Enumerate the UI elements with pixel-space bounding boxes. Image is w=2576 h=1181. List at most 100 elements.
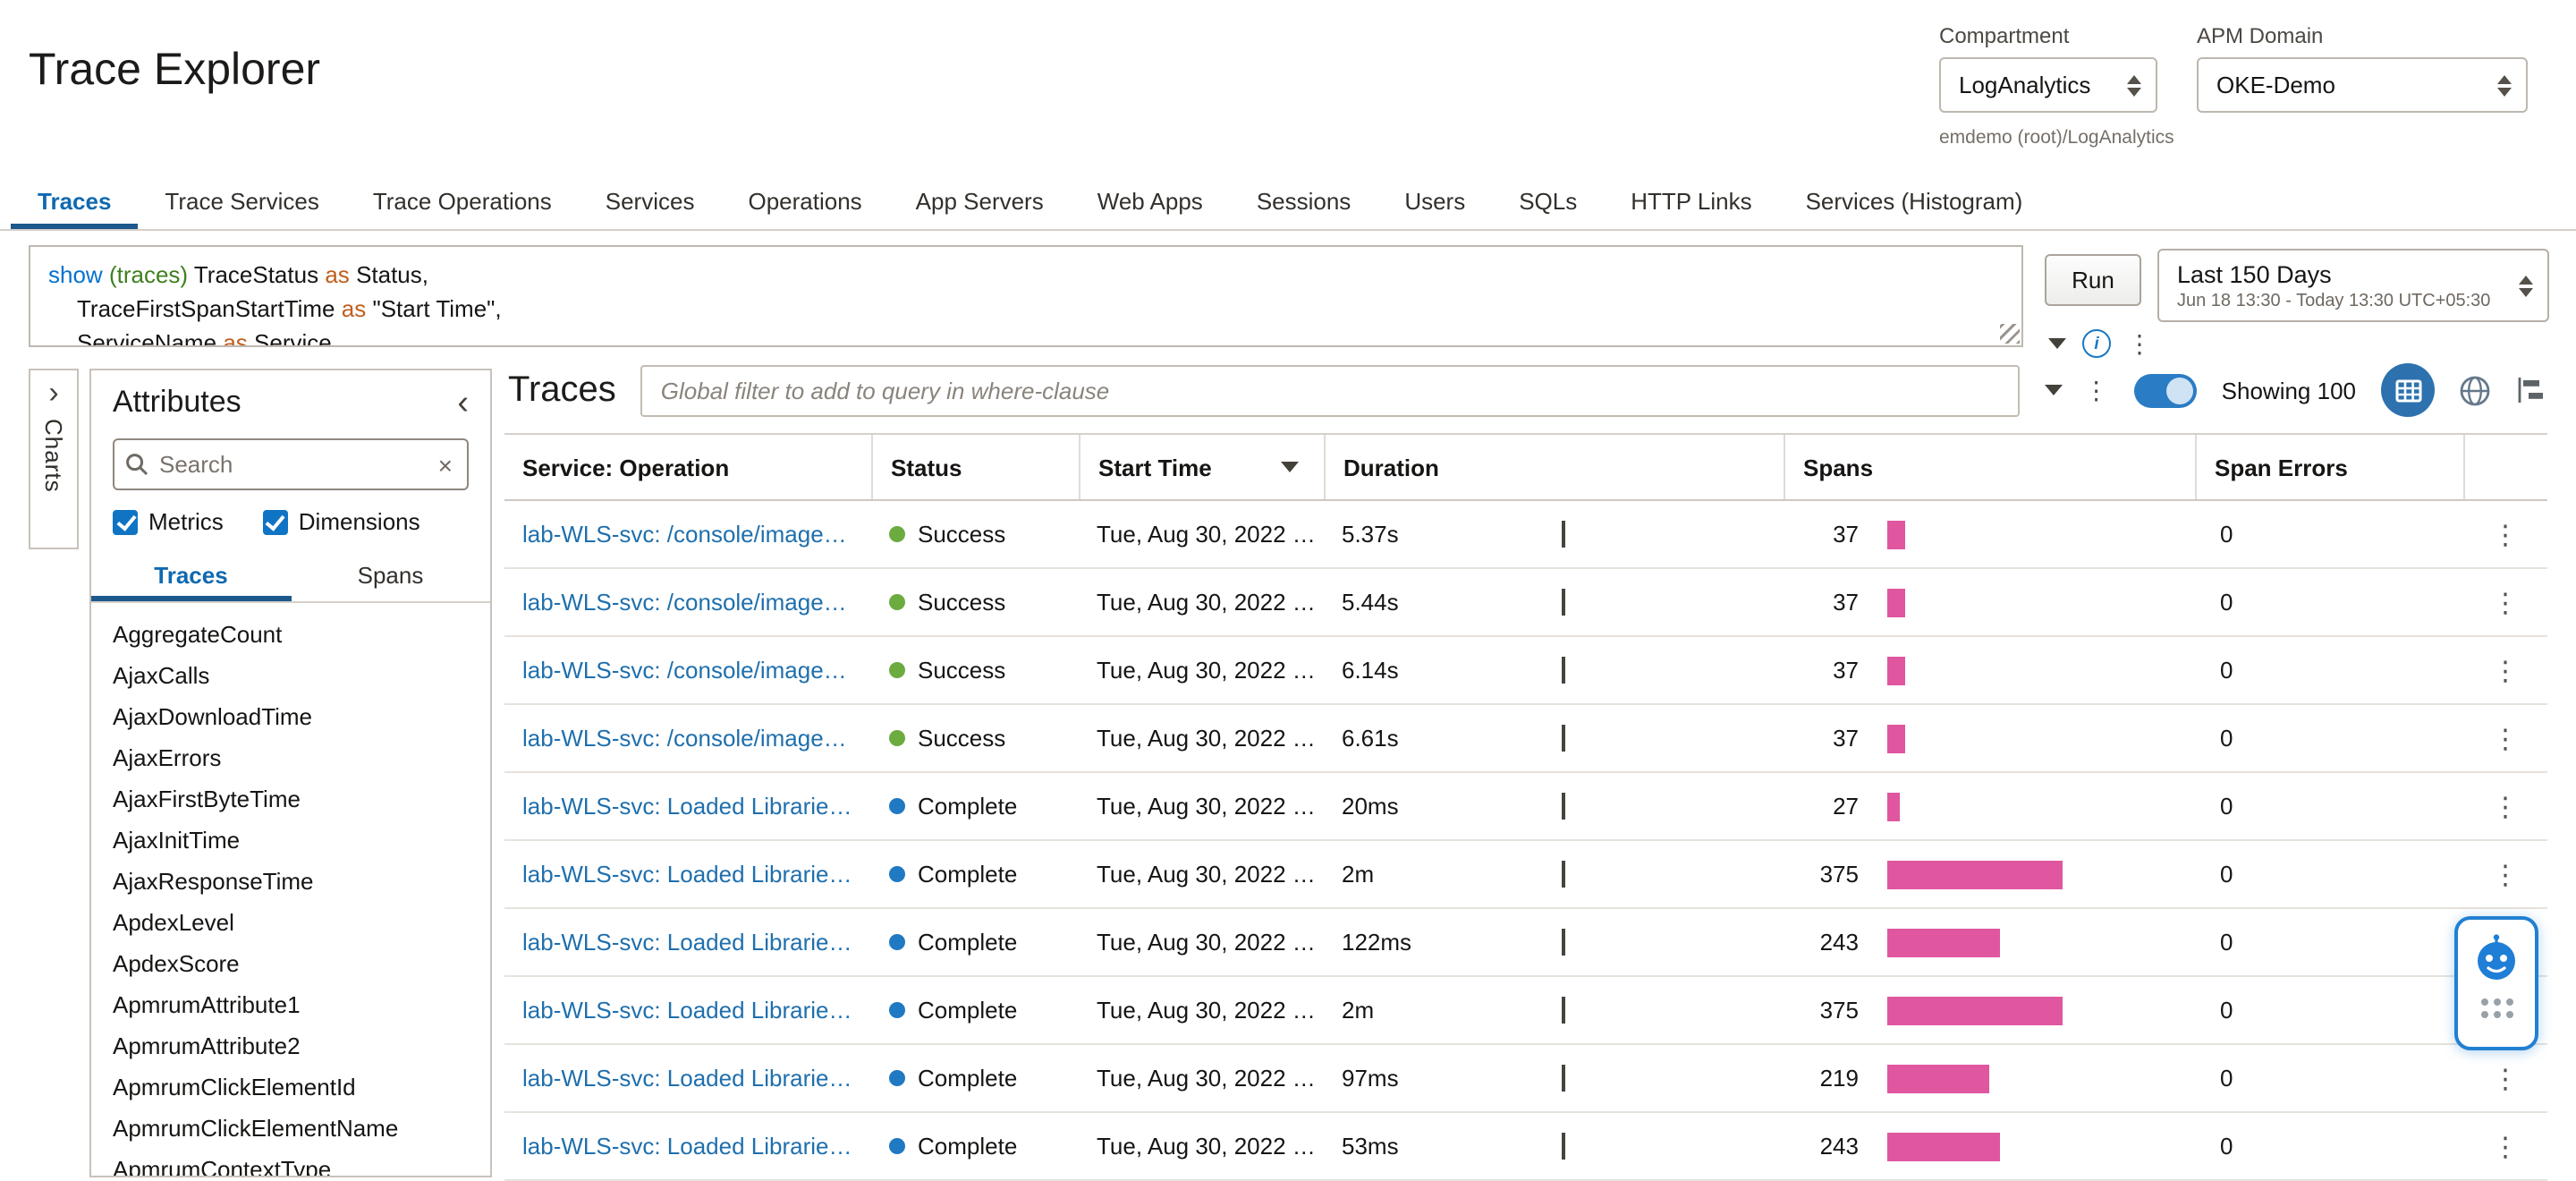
- tab-http-links[interactable]: HTTP Links: [1604, 172, 1778, 229]
- attribute-item[interactable]: ApdexScore: [91, 943, 490, 984]
- drag-handle-dots[interactable]: [2480, 998, 2512, 1018]
- tab-services[interactable]: Services: [579, 172, 722, 229]
- row-actions-menu-icon[interactable]: ⋮: [2492, 654, 2519, 686]
- tab-web-apps[interactable]: Web Apps: [1071, 172, 1230, 229]
- spans-count: 375: [1805, 997, 1859, 1024]
- attribute-item[interactable]: AjaxDownloadTime: [91, 696, 490, 737]
- tab-traces-attributes[interactable]: Traces: [91, 549, 291, 601]
- tab-traces[interactable]: Traces: [11, 172, 138, 229]
- dimensions-checkbox[interactable]: Dimensions: [263, 508, 420, 535]
- waterfall-icon: [2515, 374, 2547, 406]
- attribute-item[interactable]: AjaxResponseTime: [91, 861, 490, 902]
- status-label: Complete: [918, 1133, 1017, 1160]
- row-actions-menu-icon[interactable]: ⋮: [2492, 1130, 2519, 1162]
- tab-operations[interactable]: Operations: [721, 172, 888, 229]
- compartment-path-hint: emdemo (root)/LogAnalytics: [1939, 127, 2174, 149]
- table-row[interactable]: lab-WLS-svc: Loaded Librarie… Complete T…: [504, 1045, 2547, 1113]
- apm-domain-select[interactable]: OKE-Demo: [2197, 57, 2528, 113]
- tab-sqls[interactable]: SQLs: [1492, 172, 1604, 229]
- table-row[interactable]: lab-WLS-svc: /console/image… Success Tue…: [504, 637, 2547, 705]
- attribute-item[interactable]: ApmrumClickElementName: [91, 1108, 490, 1149]
- attribute-item[interactable]: AjaxCalls: [91, 655, 490, 696]
- run-button[interactable]: Run: [2045, 254, 2141, 306]
- waterfall-view-button[interactable]: [2515, 374, 2547, 406]
- column-header-span-errors[interactable]: Span Errors: [2195, 435, 2463, 499]
- column-header-status[interactable]: Status: [871, 435, 1079, 499]
- topology-view-button[interactable]: [2458, 373, 2492, 407]
- tab-spans-attributes[interactable]: Spans: [291, 549, 490, 601]
- search-input[interactable]: [148, 449, 435, 480]
- duration-tick-bar: [1562, 521, 1565, 548]
- attribute-item[interactable]: AjaxFirstByteTime: [91, 778, 490, 820]
- compartment-select[interactable]: LogAnalytics: [1939, 57, 2157, 113]
- column-header-duration[interactable]: Duration: [1324, 435, 1784, 499]
- tab-trace-operations[interactable]: Trace Operations: [346, 172, 579, 229]
- query-editor[interactable]: show (traces) TraceStatus as Status, Tra…: [29, 245, 2023, 347]
- row-actions-menu-icon[interactable]: ⋮: [2492, 586, 2519, 618]
- column-header-start-time[interactable]: Start Time: [1079, 435, 1324, 499]
- table-row[interactable]: lab-WLS-svc: Loaded Librarie… Complete T…: [504, 841, 2547, 909]
- assistant-launcher[interactable]: [2454, 916, 2538, 1050]
- sort-desc-icon[interactable]: [1281, 462, 1299, 472]
- trace-operation-link[interactable]: lab-WLS-svc: Loaded Librarie…: [522, 861, 852, 888]
- attribute-item[interactable]: AjaxInitTime: [91, 820, 490, 861]
- trace-operation-link[interactable]: lab-WLS-svc: /console/image…: [522, 589, 847, 616]
- clear-search-icon[interactable]: ×: [435, 450, 456, 479]
- row-actions-menu-icon[interactable]: ⋮: [2492, 790, 2519, 822]
- global-filter-input[interactable]: [643, 377, 2018, 404]
- table-row[interactable]: lab-WLS-svc: Loaded Librarie… Complete T…: [504, 773, 2547, 841]
- tab-trace-services[interactable]: Trace Services: [138, 172, 345, 229]
- attribute-item[interactable]: ApdexLevel: [91, 902, 490, 943]
- trace-operation-link[interactable]: lab-WLS-svc: /console/image…: [522, 725, 847, 752]
- column-header-spans[interactable]: Spans: [1784, 435, 2195, 499]
- attribute-item[interactable]: ApmrumClickElementId: [91, 1066, 490, 1108]
- filter-dropdown-caret-icon[interactable]: [2045, 385, 2063, 395]
- tab-users[interactable]: Users: [1377, 172, 1492, 229]
- attribute-item[interactable]: AjaxErrors: [91, 737, 490, 778]
- tab-sessions[interactable]: Sessions: [1230, 172, 1378, 229]
- row-actions-menu-icon[interactable]: ⋮: [2492, 858, 2519, 890]
- row-actions-menu-icon[interactable]: ⋮: [2492, 1062, 2519, 1094]
- query-overflow-menu-icon[interactable]: ⋮: [2127, 331, 2152, 356]
- metrics-checkbox[interactable]: Metrics: [113, 508, 224, 535]
- attribute-item[interactable]: ApmrumAttribute1: [91, 984, 490, 1025]
- spans-cell: 219: [1784, 1064, 2195, 1092]
- table-row[interactable]: lab-WLS-svc: Loaded Librarie… Complete T…: [504, 1113, 2547, 1181]
- trace-operation-link[interactable]: lab-WLS-svc: Loaded Librarie…: [522, 929, 852, 956]
- tab-app-servers[interactable]: App Servers: [889, 172, 1071, 229]
- table-row[interactable]: lab-WLS-svc: Loaded Librarie… Complete T…: [504, 909, 2547, 977]
- run-dropdown-caret-icon[interactable]: [2048, 338, 2066, 349]
- row-actions-menu-icon[interactable]: ⋮: [2492, 722, 2519, 754]
- table-row[interactable]: lab-WLS-svc: /console/image… Success Tue…: [504, 705, 2547, 773]
- attribute-item[interactable]: ApmrumAttribute2: [91, 1025, 490, 1066]
- trace-operation-link[interactable]: lab-WLS-svc: Loaded Librarie…: [522, 793, 852, 820]
- spans-bar: [1887, 656, 1904, 684]
- table-row[interactable]: lab-WLS-svc: Loaded Librarie… Complete T…: [504, 977, 2547, 1045]
- main-tab-bar: TracesTrace ServicesTrace OperationsServ…: [0, 172, 2576, 231]
- auto-refresh-toggle[interactable]: [2134, 373, 2197, 407]
- tab-services-histogram[interactable]: Services (Histogram): [1779, 172, 2050, 229]
- trace-operation-link[interactable]: lab-WLS-svc: Loaded Librarie…: [522, 997, 852, 1024]
- trace-operation-link[interactable]: lab-WLS-svc: /console/image…: [522, 657, 847, 684]
- query-line: show (traces) TraceStatus as Status,: [48, 258, 2004, 292]
- attribute-item[interactable]: ApmrumContextType: [91, 1149, 490, 1177]
- table-view-button[interactable]: [2381, 363, 2435, 417]
- info-icon[interactable]: i: [2082, 329, 2111, 358]
- trace-operation-link[interactable]: lab-WLS-svc: Loaded Librarie…: [522, 1133, 852, 1160]
- duration-cell: 20ms: [1324, 773, 1784, 839]
- table-row[interactable]: lab-WLS-svc: /console/image… Success Tue…: [504, 501, 2547, 569]
- table-body: lab-WLS-svc: /console/image… Success Tue…: [504, 501, 2547, 1181]
- trace-operation-link[interactable]: lab-WLS-svc: /console/image…: [522, 521, 847, 548]
- row-actions-menu-icon[interactable]: ⋮: [2492, 518, 2519, 550]
- attribute-item[interactable]: AggregateCount: [91, 614, 490, 655]
- expand-panel-icon[interactable]: ›: [48, 378, 58, 408]
- table-overflow-menu-icon[interactable]: ⋮: [2084, 378, 2109, 403]
- table-row[interactable]: lab-WLS-svc: /console/image… Success Tue…: [504, 569, 2547, 637]
- column-header-service-operation[interactable]: Service: Operation: [504, 435, 871, 499]
- collapse-panel-icon[interactable]: ‹: [457, 386, 469, 420]
- trace-operation-link[interactable]: lab-WLS-svc: Loaded Librarie…: [522, 1065, 852, 1092]
- time-range-select[interactable]: Last 150 Days Jun 18 13:30 - Today 13:30…: [2157, 249, 2549, 322]
- status-dot-icon: [889, 1002, 905, 1018]
- charts-panel-collapsed[interactable]: › Charts: [29, 369, 79, 549]
- duration-value: 20ms: [1342, 793, 1399, 820]
